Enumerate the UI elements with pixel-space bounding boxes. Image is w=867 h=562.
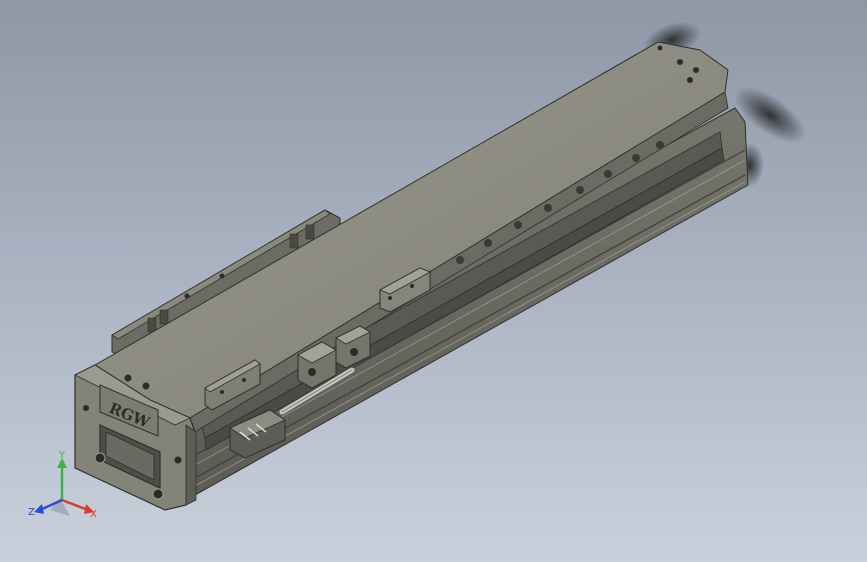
triad-y-label: Y — [58, 450, 66, 461]
triad-x-label: X — [90, 509, 97, 520]
cad-viewport[interactable]: RGW Y Z X — [0, 0, 867, 562]
x-axis-line — [61, 498, 89, 512]
triad-z-label: Z — [28, 507, 35, 518]
linear-actuator-model[interactable]: RGW Y Z X — [0, 0, 867, 562]
